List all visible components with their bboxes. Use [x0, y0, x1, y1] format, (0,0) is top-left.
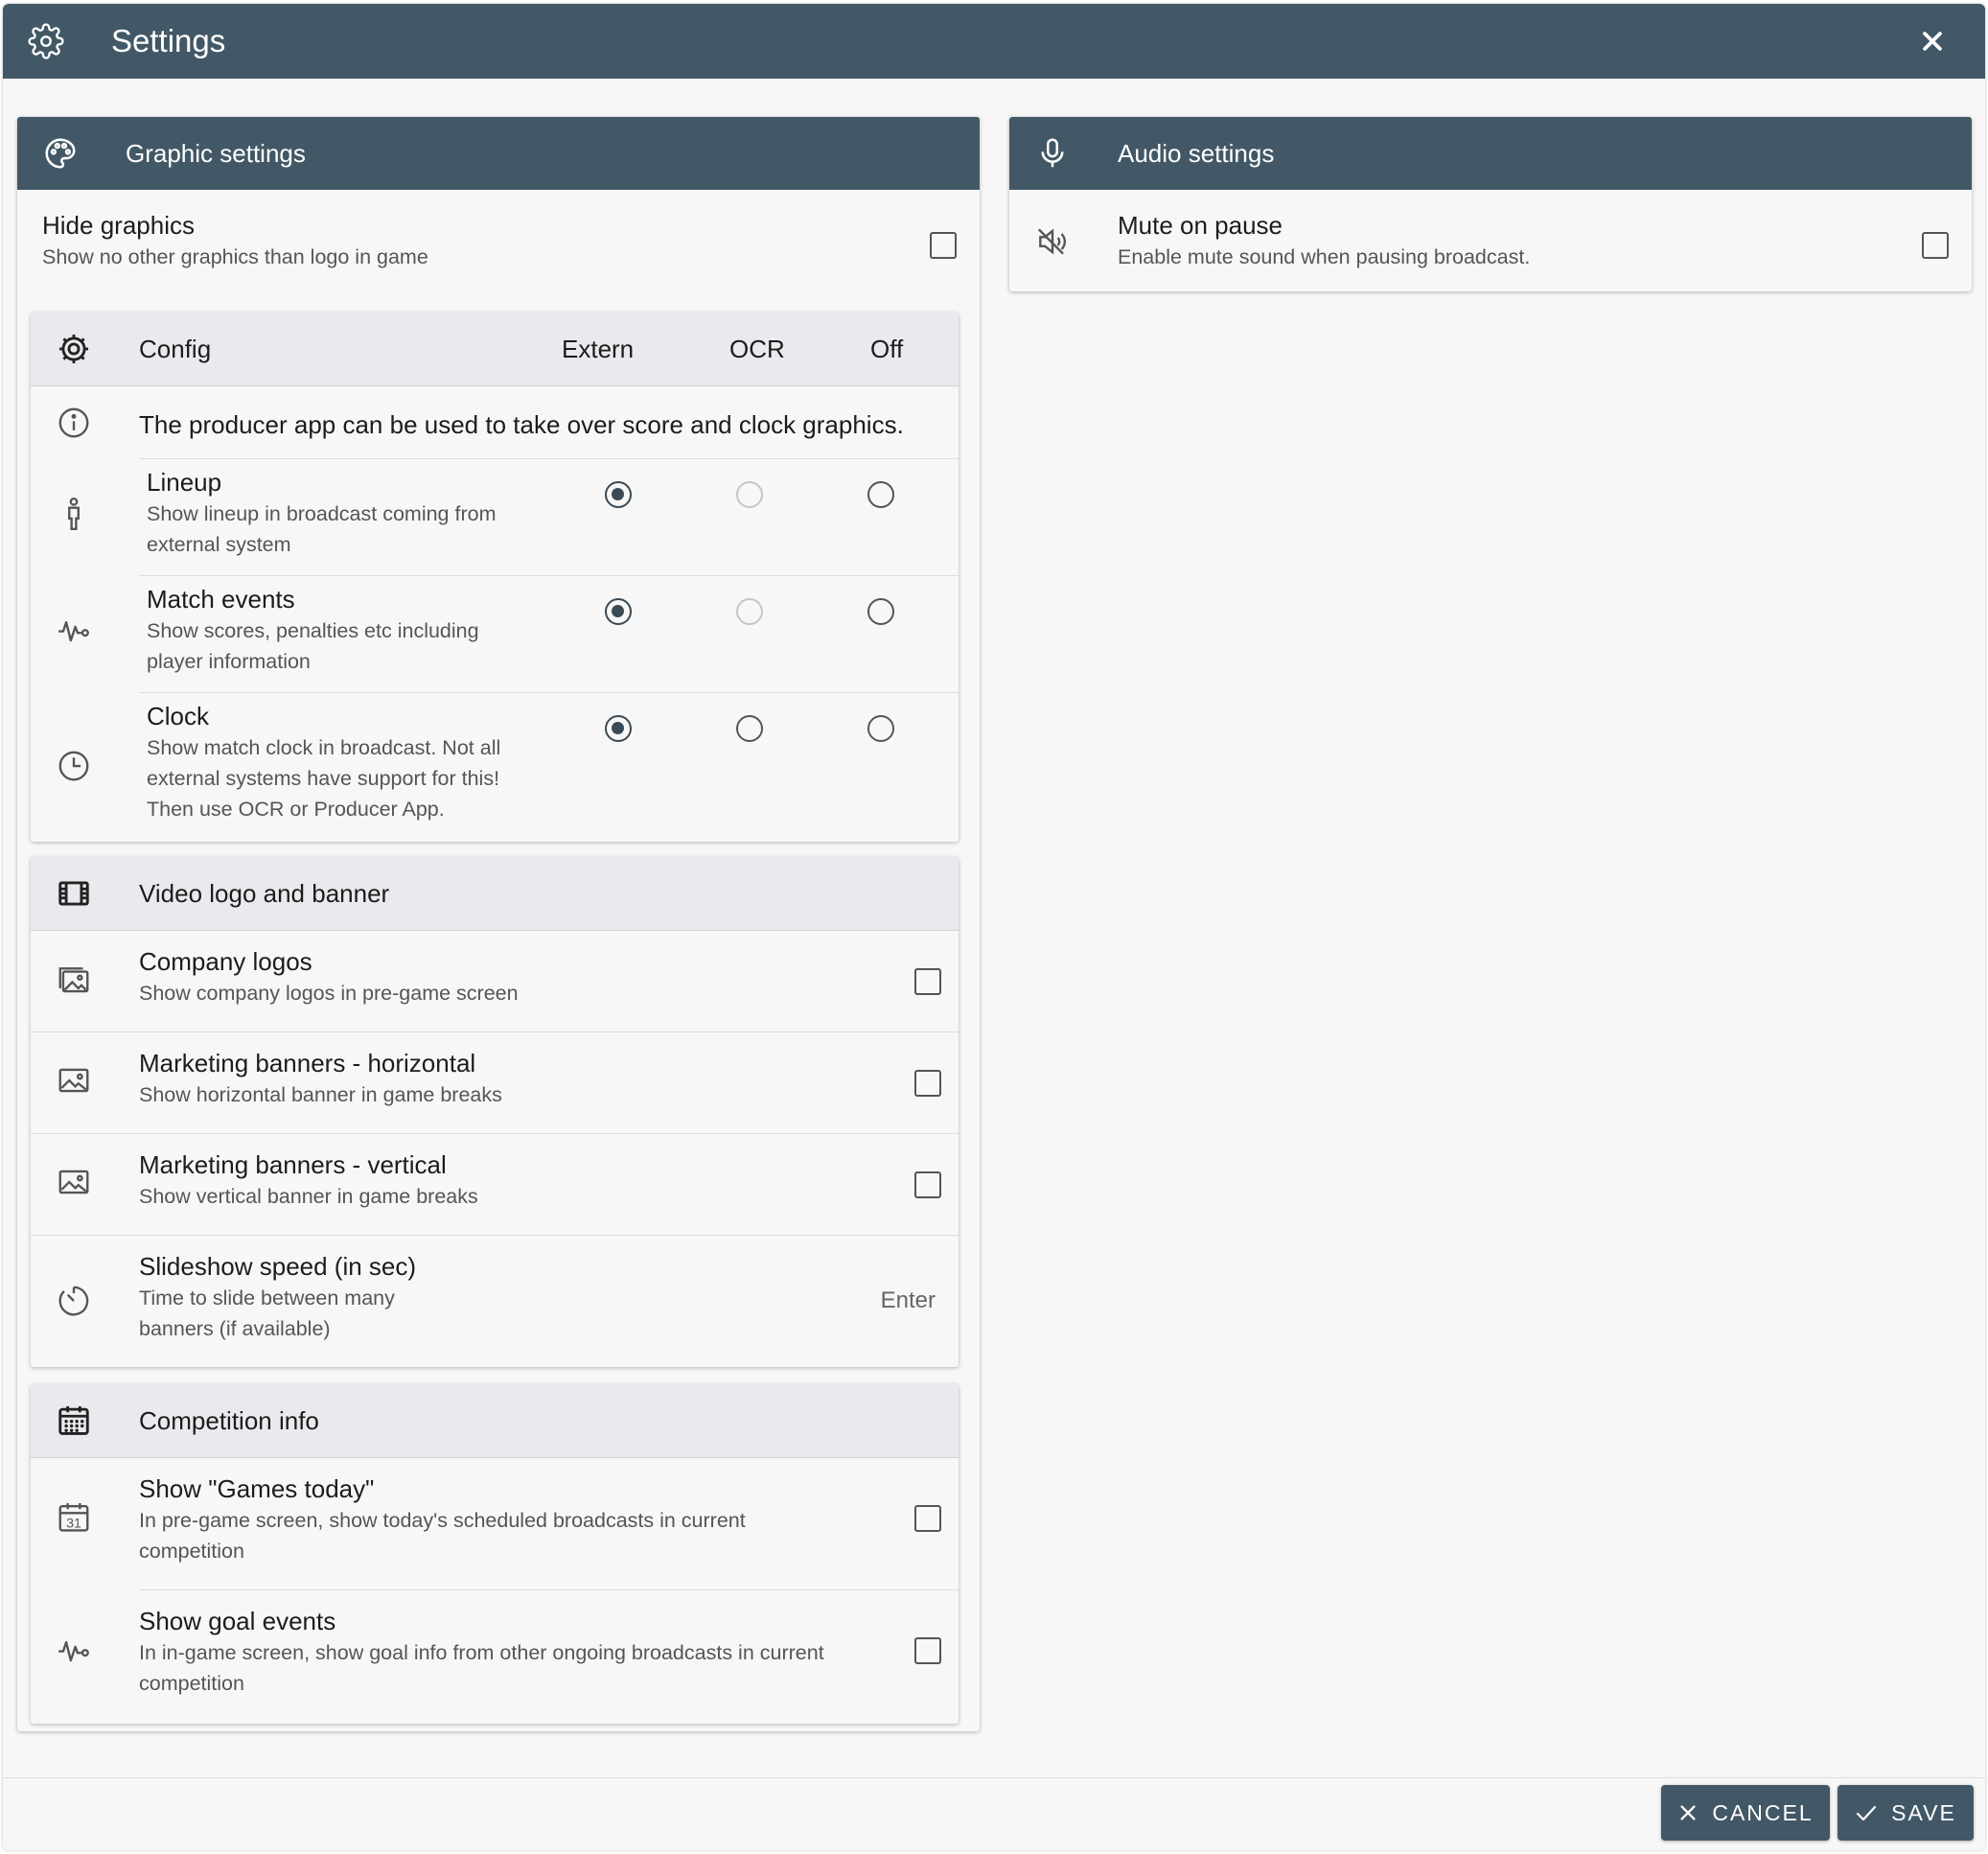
gear-icon	[28, 23, 64, 59]
match-events-title: Match events	[147, 585, 295, 614]
close-icon	[1680, 1805, 1696, 1820]
graphic-settings-panel: Graphic settings Hide graphics Show no o…	[17, 117, 980, 1731]
timer-icon	[58, 1286, 89, 1316]
slideshow-speed-description-line2: banners (if available)	[139, 1317, 331, 1340]
goal-events-title: Show goal events	[139, 1607, 336, 1635]
hide-graphics-title: Hide graphics	[42, 211, 195, 240]
marketing-vertical-description: Show vertical banner in game breaks	[139, 1185, 478, 1208]
column-ocr: OCR	[729, 335, 785, 363]
close-icon[interactable]	[1914, 23, 1951, 59]
video-logo-banner-title: Video logo and banner	[139, 879, 390, 908]
svg-text:31: 31	[66, 1516, 81, 1531]
games-today-checkbox[interactable]	[914, 1505, 941, 1532]
hide-graphics-checkbox[interactable]	[930, 232, 957, 259]
competition-info-header: Competition info	[31, 1384, 959, 1458]
mute-on-pause-checkbox[interactable]	[1922, 232, 1949, 259]
mute-on-pause-description: Enable mute sound when pausing broadcast…	[1118, 245, 1531, 268]
match-events-description-line2: player information	[147, 650, 311, 673]
config-info-text: The producer app can be used to take ove…	[139, 410, 904, 439]
info-icon	[58, 407, 89, 438]
cancel-button-label: CANCEL	[1712, 1799, 1814, 1825]
clock-radio-ocr[interactable]	[736, 715, 763, 742]
company-logos-checkbox[interactable]	[914, 968, 941, 995]
volume-mute-icon	[1037, 228, 1066, 255]
config-card: Config Extern OCR Off The producer app c…	[31, 313, 959, 842]
lineup-radio-extern[interactable]	[605, 481, 632, 508]
audio-settings-panel: Audio settings Mute on pause Enable mute…	[1009, 117, 1972, 291]
games-today-description-line1: In pre-game screen, show today's schedul…	[139, 1509, 746, 1532]
lineup-title: Lineup	[147, 468, 222, 497]
lineup-radio-off[interactable]	[867, 481, 894, 508]
match-events-radio-ocr	[736, 598, 763, 625]
pulse-icon	[58, 1640, 89, 1662]
graphic-settings-title: Graphic settings	[126, 139, 306, 168]
match-events-radio-extern[interactable]	[605, 598, 632, 625]
microphone-icon	[1041, 138, 1064, 168]
video-logo-banner-header: Video logo and banner	[31, 857, 959, 931]
video-logo-banner-card: Video logo and banner Company logos Show…	[31, 857, 959, 1367]
save-button-label: SAVE	[1891, 1799, 1956, 1825]
clock-description-line1: Show match clock in broadcast. Not all	[147, 736, 501, 759]
games-today-description-line2: competition	[139, 1540, 244, 1563]
clock-description-line3: Then use OCR or Producer App.	[147, 798, 445, 821]
competition-info-title: Competition info	[139, 1406, 319, 1435]
marketing-vertical-checkbox[interactable]	[914, 1171, 941, 1198]
pulse-icon	[58, 620, 89, 642]
graphic-settings-header: Graphic settings	[17, 117, 980, 190]
clock-icon	[58, 751, 89, 781]
dialog-title: Settings	[111, 23, 226, 58]
goal-events-checkbox[interactable]	[914, 1637, 941, 1664]
column-extern: Extern	[562, 335, 635, 363]
dialog-titlebar: Settings	[3, 4, 1985, 79]
cog-icon	[58, 334, 89, 364]
match-events-description-line1: Show scores, penalties etc including	[147, 619, 479, 642]
goal-events-description-line1: In in-game screen, show goal info from o…	[139, 1641, 824, 1664]
person-icon	[68, 497, 80, 531]
company-logos-description: Show company logos in pre-game screen	[139, 982, 519, 1005]
marketing-vertical-title: Marketing banners - vertical	[139, 1150, 447, 1179]
match-events-radio-off[interactable]	[867, 598, 894, 625]
images-icon	[58, 967, 89, 993]
config-title: Config	[139, 335, 212, 363]
slideshow-speed-description-line1: Time to slide between many	[139, 1286, 395, 1309]
clock-radio-off[interactable]	[867, 715, 894, 742]
image-icon	[58, 1170, 89, 1194]
column-off: Off	[870, 335, 904, 363]
palette-icon	[45, 138, 76, 169]
lineup-radio-ocr	[736, 481, 763, 508]
calendar-31-icon: 31	[58, 1502, 89, 1532]
slideshow-speed-title: Slideshow speed (in sec)	[139, 1252, 417, 1281]
clock-radio-extern[interactable]	[605, 715, 632, 742]
competition-info-card: Competition info 31 Show "Games today" I…	[31, 1384, 959, 1724]
lineup-description-line2: external system	[147, 533, 291, 556]
marketing-horizontal-title: Marketing banners - horizontal	[139, 1049, 476, 1078]
games-today-title: Show "Games today"	[139, 1474, 375, 1503]
audio-settings-header: Audio settings	[1009, 117, 1972, 190]
film-icon	[58, 881, 89, 906]
image-icon	[58, 1068, 89, 1093]
company-logos-title: Company logos	[139, 947, 312, 976]
hide-graphics-description: Show no other graphics than logo in game	[42, 245, 428, 268]
check-icon	[1857, 1805, 1877, 1821]
slideshow-speed-input[interactable]	[759, 1285, 937, 1317]
calendar-icon	[58, 1405, 89, 1435]
marketing-horizontal-checkbox[interactable]	[914, 1070, 941, 1097]
clock-description-line2: external systems have support for this!	[147, 767, 500, 790]
mute-on-pause-title: Mute on pause	[1118, 211, 1283, 240]
marketing-horizontal-description: Show horizontal banner in game breaks	[139, 1083, 502, 1106]
save-button[interactable]: SAVE	[1838, 1785, 1974, 1841]
lineup-description-line1: Show lineup in broadcast coming from	[147, 502, 497, 525]
cancel-button[interactable]: CANCEL	[1661, 1785, 1830, 1841]
clock-title: Clock	[147, 702, 210, 730]
audio-settings-title: Audio settings	[1118, 139, 1275, 168]
goal-events-description-line2: competition	[139, 1672, 244, 1695]
settings-dialog: Settings Graphic settings Hide graphics …	[3, 4, 1985, 1850]
config-header: Config Extern OCR Off	[31, 313, 959, 386]
